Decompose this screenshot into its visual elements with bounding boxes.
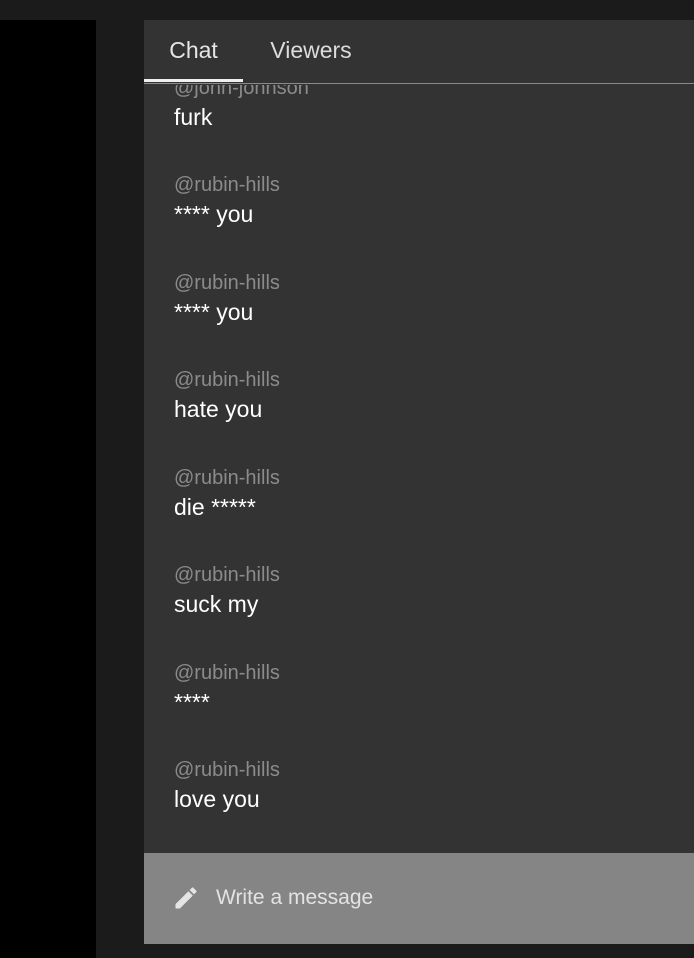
pencil-icon[interactable]: [172, 884, 200, 912]
tab-bar: Chat Viewers: [144, 20, 694, 84]
video-area: [0, 20, 96, 958]
message-text: die *****: [174, 494, 256, 520]
chat-message: @rubin-hills **** you: [174, 172, 674, 230]
message-author[interactable]: @rubin-hills: [174, 465, 674, 491]
message-author[interactable]: @rubin-hills: [174, 757, 674, 783]
tab-viewers[interactable]: Viewers: [256, 20, 366, 83]
active-tab-indicator: [144, 79, 243, 82]
message-text: **** you: [174, 201, 254, 227]
chat-panel: Chat Viewers @john-johnson furk @rubin-h…: [144, 20, 694, 944]
message-author[interactable]: @rubin-hills: [174, 660, 674, 686]
message-author[interactable]: @rubin-hills: [174, 367, 674, 393]
message-author[interactable]: @rubin-hills: [174, 270, 674, 296]
message-author[interactable]: @john-johnson: [174, 85, 674, 101]
message-text: furk: [174, 104, 213, 130]
chat-message: @rubin-hills **** you: [174, 270, 674, 328]
message-text: hate you: [174, 396, 263, 422]
app-window: Chat Viewers @john-johnson furk @rubin-h…: [0, 0, 694, 958]
message-text: **** you: [174, 299, 254, 325]
tab-chat[interactable]: Chat: [144, 20, 243, 83]
message-list[interactable]: @john-johnson furk @rubin-hills **** you…: [144, 85, 694, 853]
chat-message: @rubin-hills love you: [174, 757, 674, 815]
message-input[interactable]: [216, 879, 666, 917]
message-author[interactable]: @rubin-hills: [174, 172, 674, 198]
message-composer: [144, 853, 694, 944]
chat-message: @rubin-hills hate you: [174, 367, 674, 425]
chat-message: @rubin-hills ****: [174, 660, 674, 718]
top-strip: [0, 0, 694, 20]
chat-message: @rubin-hills suck my: [174, 562, 674, 620]
chat-message: @john-johnson furk: [174, 85, 674, 133]
message-text: love you: [174, 786, 260, 812]
chat-message: @rubin-hills die *****: [174, 465, 674, 523]
message-text: suck my: [174, 591, 259, 617]
message-author[interactable]: @rubin-hills: [174, 562, 674, 588]
message-text: ****: [174, 689, 210, 715]
